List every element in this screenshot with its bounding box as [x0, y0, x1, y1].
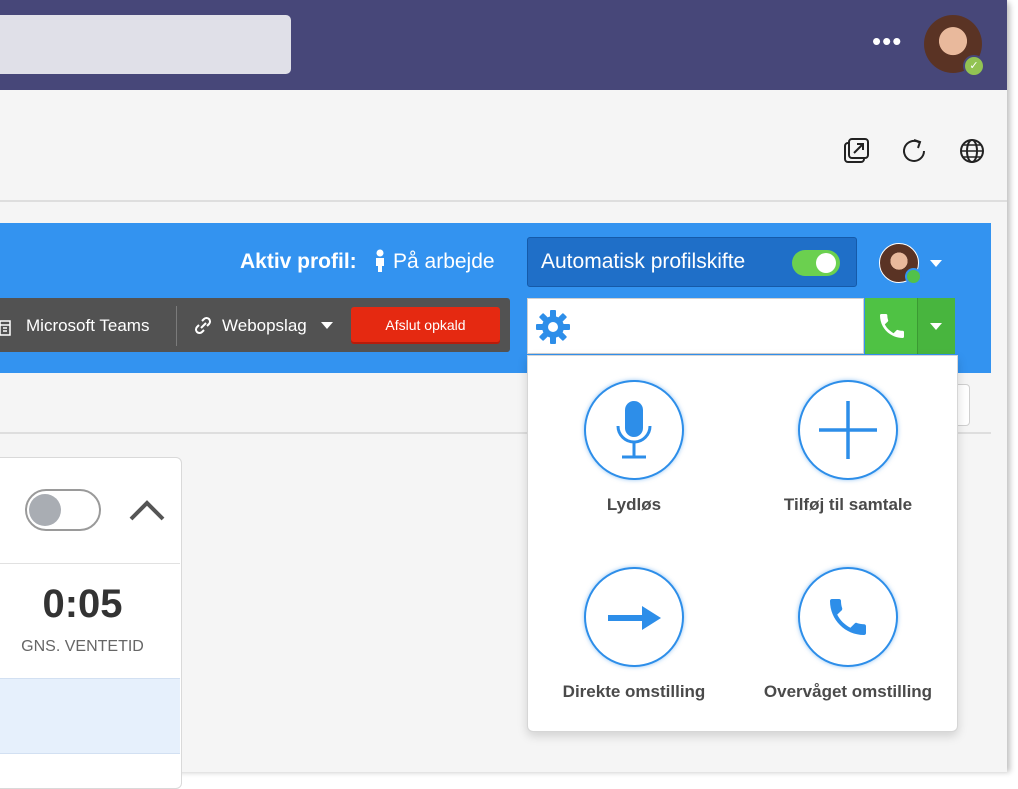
auto-profile-switch-label: Automatisk profilskifte: [541, 250, 746, 273]
direct-transfer-label: Direkte omstilling: [562, 682, 706, 701]
divider: [0, 563, 180, 564]
attended-transfer-label: Overvåget omstilling: [763, 682, 933, 701]
chevron-down-icon: [930, 323, 942, 330]
divider: [176, 306, 177, 346]
avg-wait-value: 0:05: [42, 582, 123, 626]
arrow-right-icon: [608, 606, 661, 630]
refresh-icon[interactable]: [900, 137, 928, 165]
plus-icon: [819, 401, 877, 459]
chevron-up-icon[interactable]: [128, 497, 166, 523]
toggle-knob: [29, 494, 61, 526]
microphone-icon: [616, 401, 652, 459]
globe-icon[interactable]: [958, 137, 986, 165]
active-profile-value[interactable]: På arbejde: [393, 250, 495, 274]
active-profile-label: Aktiv profil:: [240, 250, 357, 273]
phone-icon: [880, 314, 904, 338]
toggle-knob: [816, 253, 836, 273]
avg-wait-label: GNS. VENTETID: [21, 638, 144, 655]
mute-label: Lydløs: [606, 495, 662, 514]
search-input[interactable]: [0, 15, 291, 74]
calendar-icon: [0, 320, 11, 336]
end-call-button[interactable]: Afslut opkald: [351, 307, 500, 344]
more-options-button[interactable]: •••: [872, 28, 902, 58]
phone-icon: [830, 599, 866, 635]
microsoft-teams-button[interactable]: Microsoft Teams: [26, 316, 149, 336]
gear-icon[interactable]: [535, 309, 571, 345]
dial-input[interactable]: [527, 298, 864, 354]
link-icon: [194, 316, 212, 335]
chevron-down-icon[interactable]: [321, 322, 333, 329]
list-item[interactable]: [0, 678, 180, 754]
available-check-icon: ✓: [963, 55, 985, 77]
popout-icon[interactable]: [842, 137, 870, 165]
person-at-work-icon: [376, 249, 384, 272]
chevron-down-icon[interactable]: [930, 260, 942, 267]
add-to-call-label: Tilføj til samtale: [783, 495, 913, 514]
status-dot-icon: [905, 268, 922, 285]
web-lookup-button[interactable]: Webopslag: [222, 316, 307, 336]
